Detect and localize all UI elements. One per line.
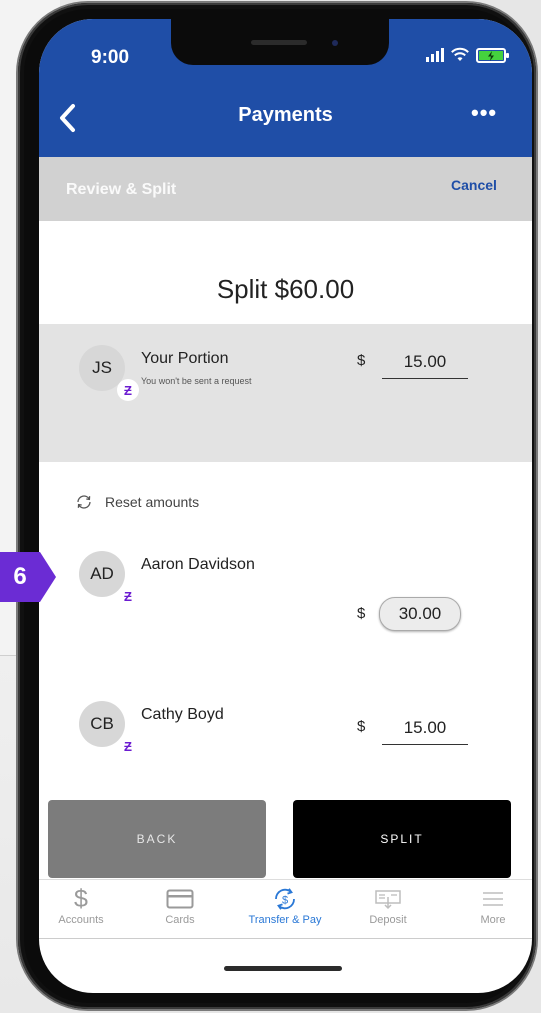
step-title: Review & Split xyxy=(66,181,177,198)
transfer-pay-icon: $ xyxy=(245,886,325,912)
status-icons xyxy=(426,45,509,65)
step-marker-arrow xyxy=(40,552,56,602)
wifi-icon xyxy=(451,47,469,61)
currency-symbol: $ xyxy=(357,718,366,735)
reset-amounts-button[interactable]: Reset amounts xyxy=(75,493,199,511)
dollar-icon: $ xyxy=(74,884,88,913)
signal-icon xyxy=(426,48,444,62)
check-deposit-icon xyxy=(348,886,428,912)
tab-cards[interactable]: Cards xyxy=(140,886,220,926)
speaker-grille xyxy=(251,40,307,45)
participant-name: Your Portion xyxy=(141,350,229,367)
home-indicator xyxy=(224,966,342,971)
status-time: 9:00 xyxy=(91,47,130,68)
zelle-icon: Ƶ xyxy=(117,379,139,401)
reset-amounts-label: Reset amounts xyxy=(105,494,200,510)
cancel-link[interactable]: Cancel xyxy=(451,177,497,193)
participant-note: You won't be sent a request xyxy=(141,376,252,386)
zelle-icon: Ƶ xyxy=(117,735,139,757)
front-camera xyxy=(332,40,338,46)
phone-screen: 9:00 Payments ••• Review & Split Cancel … xyxy=(39,19,532,993)
participant-name: Aaron Davidson xyxy=(141,556,255,573)
more-options-button[interactable]: ••• xyxy=(471,100,497,126)
step-marker: 6 xyxy=(0,552,60,602)
zelle-icon: Ƶ xyxy=(117,585,139,607)
tab-accounts[interactable]: $ Accounts xyxy=(41,884,121,927)
card-icon xyxy=(140,886,220,912)
battery-icon xyxy=(476,47,509,63)
svg-text:$: $ xyxy=(282,895,288,907)
currency-symbol: $ xyxy=(357,605,366,622)
currency-symbol: $ xyxy=(357,352,366,369)
tab-more[interactable]: More xyxy=(453,886,532,926)
nav-bar: Payments ••• xyxy=(39,84,532,157)
refresh-icon xyxy=(77,495,91,509)
review-split-header: Review & Split Cancel xyxy=(39,157,532,221)
page-title: Payments xyxy=(238,104,333,126)
step-marker-number: 6 xyxy=(0,552,40,602)
tab-transfer-pay[interactable]: $ Transfer & Pay xyxy=(245,886,325,926)
split-total-heading: Split $60.00 xyxy=(216,274,355,304)
your-portion-row: JS Ƶ Your Portion You won't be sent a re… xyxy=(39,324,532,462)
phone-notch xyxy=(171,19,389,65)
tab-bar: $ Accounts Cards $ Transfer & Pay Deposi… xyxy=(39,879,532,939)
amount-input[interactable]: 30.00 xyxy=(379,597,461,631)
participant-name: Cathy Boyd xyxy=(141,706,224,723)
menu-icon xyxy=(453,886,532,912)
split-button[interactable]: SPLIT xyxy=(293,800,511,878)
back-button[interactable]: BACK xyxy=(48,800,266,878)
amount-input[interactable]: 15.00 xyxy=(382,718,468,745)
amount-input[interactable]: 15.00 xyxy=(382,352,468,379)
tab-deposit[interactable]: Deposit xyxy=(348,886,428,926)
phone-frame: 9:00 Payments ••• Review & Split Cancel … xyxy=(18,3,536,1009)
